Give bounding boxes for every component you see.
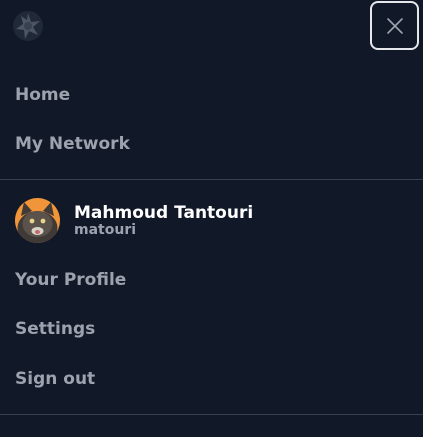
nav-item-home[interactable]: Home <box>15 84 70 106</box>
nav-item-settings[interactable]: Settings <box>15 318 95 340</box>
divider <box>0 179 423 180</box>
close-menu-button[interactable] <box>370 1 419 50</box>
user-handle: matouri <box>74 222 137 238</box>
divider <box>0 414 423 415</box>
star-logo-icon[interactable] <box>12 10 44 42</box>
avatar <box>15 198 60 243</box>
nav-item-sign-out[interactable]: Sign out <box>15 368 95 390</box>
nav-item-your-profile[interactable]: Your Profile <box>15 269 126 291</box>
close-icon <box>386 17 403 34</box>
nav-item-my-network[interactable]: My Network <box>15 133 130 155</box>
